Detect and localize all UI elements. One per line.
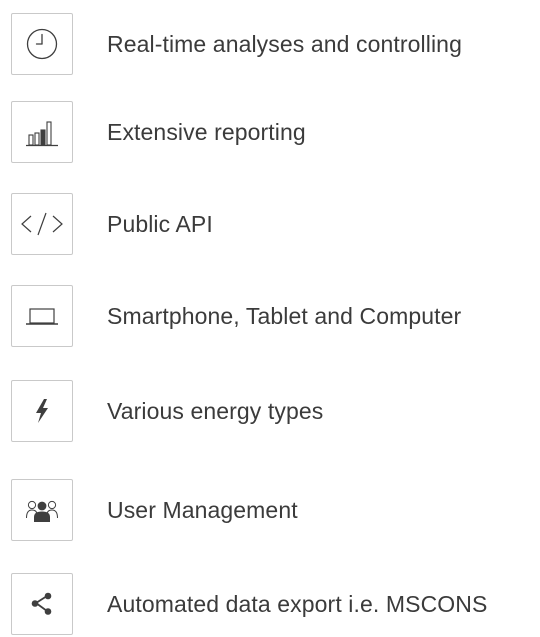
users-icon — [11, 479, 73, 541]
feature-item-public-api: Public API — [0, 193, 540, 257]
bar-chart-icon — [11, 101, 73, 163]
feature-item-energy-types: Various energy types — [0, 380, 540, 444]
feature-label: User Management — [107, 497, 298, 523]
clock-icon — [11, 13, 73, 75]
share-icon — [11, 573, 73, 635]
feature-list: Real-time analyses and controlling Exten… — [0, 0, 540, 635]
lightning-icon — [11, 380, 73, 442]
laptop-icon — [11, 285, 73, 347]
feature-item-extensive-reporting: Extensive reporting — [0, 101, 540, 165]
feature-label: Various energy types — [107, 398, 324, 424]
feature-label: Automated data export i.e. MSCONS — [107, 591, 488, 617]
code-icon — [11, 193, 73, 255]
feature-label: Real-time analyses and controlling — [107, 31, 462, 57]
feature-item-data-export: Automated data export i.e. MSCONS — [0, 573, 540, 637]
feature-item-devices: Smartphone, Tablet and Computer — [0, 285, 540, 349]
feature-label: Smartphone, Tablet and Computer — [107, 303, 462, 329]
feature-label: Extensive reporting — [107, 119, 306, 145]
feature-item-user-management: User Management — [0, 479, 540, 543]
feature-label: Public API — [107, 211, 213, 237]
feature-item-real-time-analyses: Real-time analyses and controlling — [0, 13, 540, 77]
